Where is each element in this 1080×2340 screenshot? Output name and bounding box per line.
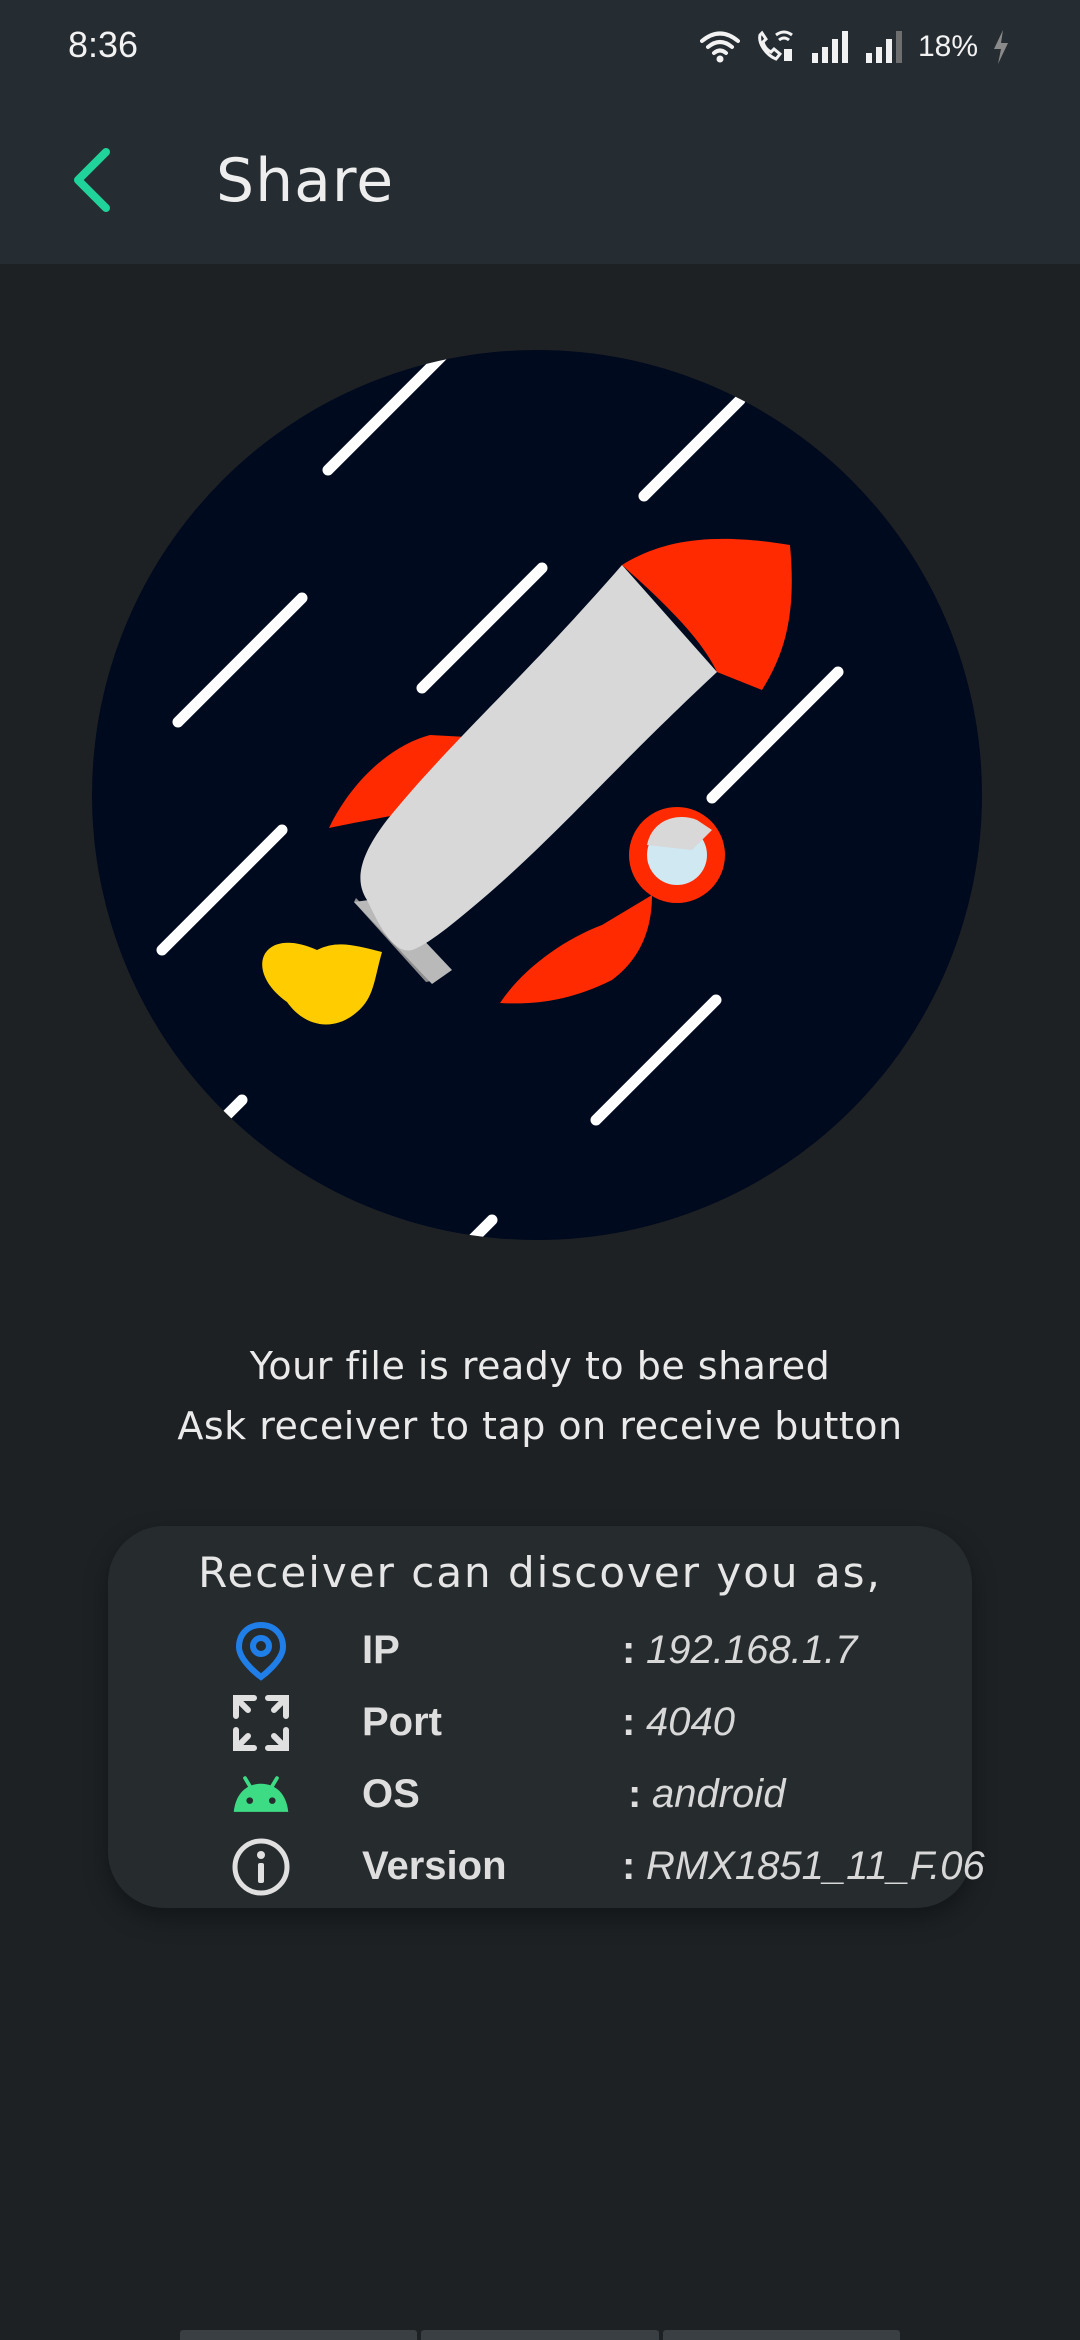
location-pin-icon <box>230 1620 292 1682</box>
status-time: 8:36 <box>68 24 139 65</box>
info-row-port: Port : 4040 <box>108 1688 972 1758</box>
device-info-card: Receiver can discover you as, IP : 192.1… <box>108 1526 985 1908</box>
signal-icon <box>810 31 850 63</box>
ip-separator: : <box>622 1628 636 1672</box>
port-label: Port <box>362 1700 442 1744</box>
info-row-version: Version : RMX1851_11_F.06 <box>108 1832 985 1902</box>
ready-message-line2: Ask receiver to tap on receive button <box>177 1404 903 1448</box>
back-button[interactable] <box>48 136 136 224</box>
gesture-nav-bar[interactable] <box>180 2330 900 2340</box>
status-bar: 8:36 18% <box>0 0 1080 96</box>
card-heading: Receiver can discover you as, <box>198 1548 882 1597</box>
page-title: Share <box>216 146 395 216</box>
ip-label: IP <box>362 1628 400 1672</box>
info-row-ip: IP : 192.168.1.7 <box>108 1616 972 1686</box>
battery-level: 18% <box>917 30 978 63</box>
app-bar: Share <box>0 96 1080 264</box>
ip-value: 192.168.1.7 <box>646 1628 858 1672</box>
os-separator: : <box>628 1772 642 1816</box>
rocket-illustration <box>92 350 982 1240</box>
port-arrows-icon <box>230 1692 292 1754</box>
info-icon <box>230 1836 292 1898</box>
version-value: RMX1851_11_F.06 <box>646 1844 985 1888</box>
version-separator: : <box>622 1844 636 1888</box>
chevron-left-icon <box>74 148 110 212</box>
charging-icon <box>992 30 1010 64</box>
nav-segment <box>662 2330 900 2340</box>
port-separator: : <box>622 1700 636 1744</box>
port-value: 4040 <box>646 1700 735 1744</box>
android-icon <box>230 1764 292 1826</box>
status-icons: 18% <box>699 22 1010 72</box>
os-value: android <box>652 1772 786 1816</box>
nav-segment <box>180 2330 418 2340</box>
signal-weak-icon <box>864 31 904 63</box>
ready-message: Your file is ready to be shared Ask rece… <box>0 1336 1080 1456</box>
nav-segment <box>421 2330 659 2340</box>
version-label: Version <box>362 1844 507 1888</box>
wifi-icon <box>699 30 740 64</box>
info-row-os: OS : android <box>108 1760 972 1830</box>
ready-message-line1: Your file is ready to be shared <box>249 1344 831 1388</box>
wifi-call-icon <box>754 29 796 65</box>
os-label: OS <box>362 1772 420 1816</box>
